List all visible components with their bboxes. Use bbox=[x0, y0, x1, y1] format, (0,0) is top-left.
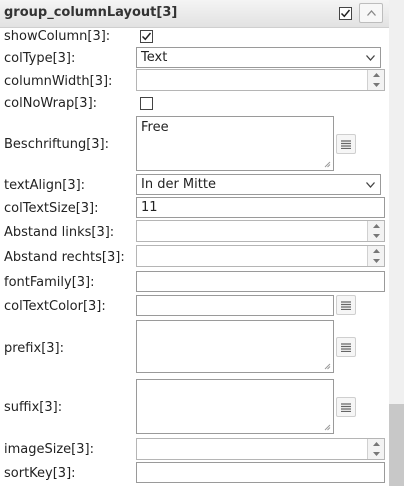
spin-down-button[interactable] bbox=[368, 256, 384, 266]
triangle-down-icon bbox=[372, 452, 380, 456]
spinner-buttons bbox=[367, 70, 384, 90]
resize-grip-icon bbox=[324, 363, 331, 370]
col-text-size-input[interactable]: 11 bbox=[136, 197, 385, 218]
col-no-wrap-checkbox[interactable] bbox=[140, 97, 153, 110]
prefix-label: prefix[3]: bbox=[4, 341, 64, 356]
text-align-label: textAlign[3]: bbox=[4, 178, 86, 193]
group-enable-checkbox[interactable] bbox=[339, 7, 352, 20]
show-column-label: showColumn[3]: bbox=[4, 29, 111, 44]
spin-up-button[interactable] bbox=[368, 246, 384, 256]
properties-panel: group_columnLayout[3] showColumn[3]: col… bbox=[0, 0, 389, 486]
column-width-label: columnWidth[3]: bbox=[4, 74, 113, 89]
col-text-color-list-button[interactable] bbox=[336, 295, 356, 315]
check-icon bbox=[340, 9, 351, 18]
triangle-down-icon bbox=[372, 259, 380, 263]
image-size-label: imageSize[3]: bbox=[4, 442, 94, 457]
triangle-down-icon bbox=[372, 234, 380, 238]
abstand-links-spinner[interactable] bbox=[136, 220, 385, 242]
col-no-wrap-label: colNoWrap[3]: bbox=[4, 96, 98, 111]
sort-key-label: sortKey[3]: bbox=[4, 466, 76, 481]
resize-grip-icon bbox=[324, 161, 331, 168]
beschriftung-label: Beschriftung[3]: bbox=[4, 137, 110, 152]
group-title: group_columnLayout[3] bbox=[4, 5, 178, 20]
resize-grip-icon bbox=[324, 424, 331, 431]
suffix-list-button[interactable] bbox=[336, 397, 356, 417]
col-type-value: Text bbox=[141, 50, 168, 65]
col-text-color-label: colTextColor[3]: bbox=[4, 299, 106, 314]
triangle-down-icon bbox=[372, 83, 380, 87]
spin-down-button[interactable] bbox=[368, 80, 384, 90]
image-size-spinner[interactable] bbox=[136, 438, 385, 460]
list-icon bbox=[341, 139, 351, 149]
spinner-buttons bbox=[367, 246, 384, 266]
abstand-links-label: Abstand links[3]: bbox=[4, 225, 115, 240]
spin-up-button[interactable] bbox=[368, 439, 384, 449]
col-type-select[interactable]: Text bbox=[136, 47, 381, 68]
list-icon bbox=[341, 342, 351, 352]
triangle-up-icon bbox=[372, 73, 380, 77]
spin-up-button[interactable] bbox=[368, 70, 384, 80]
spin-down-button[interactable] bbox=[368, 231, 384, 241]
abstand-rechts-label: Abstand rechts[3]: bbox=[4, 250, 125, 265]
text-align-select[interactable]: In der Mitte bbox=[136, 174, 381, 195]
spinner-buttons bbox=[367, 439, 384, 459]
triangle-up-icon bbox=[372, 442, 380, 446]
beschriftung-value: Free bbox=[141, 120, 169, 135]
suffix-label: suffix[3]: bbox=[4, 400, 63, 415]
triangle-up-icon bbox=[372, 224, 380, 228]
spin-up-button[interactable] bbox=[368, 221, 384, 231]
spin-down-button[interactable] bbox=[368, 449, 384, 459]
chevron-up-icon bbox=[366, 10, 376, 16]
group-header: group_columnLayout[3] bbox=[0, 0, 389, 28]
sort-key-input[interactable] bbox=[136, 462, 385, 483]
col-text-size-value: 11 bbox=[141, 200, 158, 215]
abstand-rechts-spinner[interactable] bbox=[136, 245, 385, 267]
prefix-textarea[interactable] bbox=[136, 320, 334, 373]
vertical-scrollbar[interactable] bbox=[389, 0, 404, 486]
prefix-list-button[interactable] bbox=[336, 337, 356, 357]
col-text-size-label: colTextSize[3]: bbox=[4, 201, 99, 216]
text-align-value: In der Mitte bbox=[141, 177, 216, 192]
chevron-down-icon bbox=[366, 182, 375, 188]
font-family-label: fontFamily[3]: bbox=[4, 275, 95, 290]
column-width-spinner[interactable] bbox=[136, 69, 385, 91]
list-icon bbox=[341, 402, 351, 412]
beschriftung-textarea[interactable]: Free bbox=[136, 116, 334, 171]
col-text-color-input[interactable] bbox=[136, 295, 334, 316]
show-column-checkbox[interactable] bbox=[140, 30, 153, 43]
scrollbar-thumb[interactable] bbox=[389, 404, 404, 486]
beschriftung-list-button[interactable] bbox=[336, 134, 356, 154]
spinner-buttons bbox=[367, 221, 384, 241]
col-type-label: colType[3]: bbox=[4, 51, 76, 66]
chevron-down-icon bbox=[366, 55, 375, 61]
triangle-up-icon bbox=[372, 249, 380, 253]
collapse-button[interactable] bbox=[359, 3, 383, 23]
font-family-input[interactable] bbox=[136, 271, 385, 292]
list-icon bbox=[341, 300, 351, 310]
check-icon bbox=[141, 32, 152, 41]
suffix-textarea[interactable] bbox=[136, 379, 334, 434]
